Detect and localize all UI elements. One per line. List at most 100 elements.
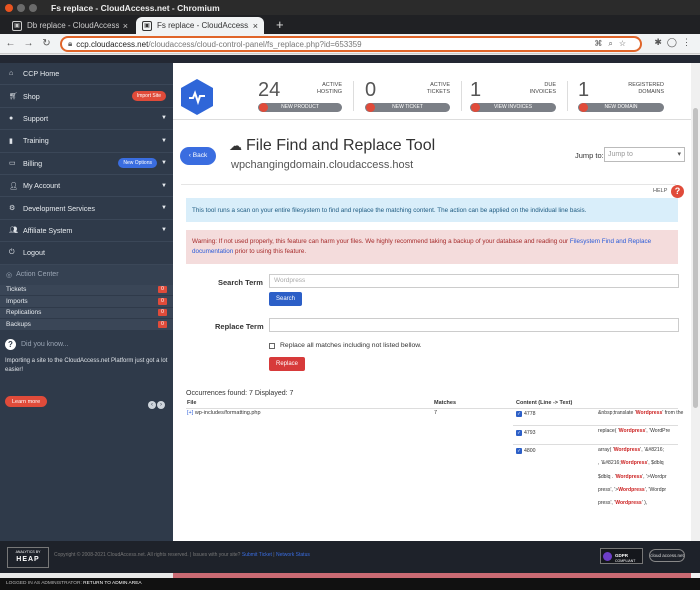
stat-number: 24 bbox=[258, 79, 281, 101]
stats-bar: 24 ACTIVE HOSTING NEW PRODUCT 0 ACTIVE TIC… bbox=[173, 63, 691, 120]
column-header-matches: Matches bbox=[434, 400, 457, 406]
cloudaccess-logo bbox=[181, 79, 213, 115]
content-line: array( 'Wordpress', '&#8216; bbox=[598, 446, 664, 453]
stat-label: ACTIVE TICKETS bbox=[426, 82, 450, 95]
jump-to-label: Jump to: bbox=[575, 151, 604, 160]
line-checkbox[interactable]: ✓ bbox=[516, 411, 522, 417]
cloudaccess-footer-logo: cloud access.net bbox=[649, 549, 685, 562]
plus-circle-icon bbox=[259, 103, 268, 112]
replace-term-input[interactable] bbox=[269, 318, 679, 332]
address-bar[interactable]: 🔒︎ ccp.cloudaccess.net/cloudaccess/cloud… bbox=[60, 36, 642, 52]
profile-icon[interactable]: ◯ bbox=[667, 37, 682, 47]
action-row-imports[interactable]: Imports 0 bbox=[0, 296, 173, 308]
tab-label: Fs replace - CloudAccess.n bbox=[157, 21, 249, 30]
jump-to-select[interactable]: Jump to bbox=[604, 147, 685, 162]
url-host: ccp.cloudaccess.net bbox=[76, 39, 149, 49]
zoom-icon[interactable]: ⌕ bbox=[608, 39, 618, 48]
expand-toggle[interactable]: [+] bbox=[187, 410, 193, 416]
sidebar-item-label: Shop bbox=[23, 91, 40, 101]
submit-ticket-link[interactable]: Submit Ticket bbox=[242, 552, 272, 558]
sidebar-item-training[interactable]: ▮ Training ▼ bbox=[0, 130, 173, 153]
forward-arrow-icon[interactable]: → bbox=[21, 38, 36, 49]
action-row-count: 0 bbox=[158, 320, 167, 328]
sidebar-item-logout[interactable]: ⏻ Logout bbox=[0, 242, 173, 265]
sidebar-item-my-account[interactable]: 👤︎ My Account ▼ bbox=[0, 175, 173, 198]
stat-divider bbox=[353, 81, 354, 111]
page-scrollbar-thumb[interactable] bbox=[693, 108, 698, 408]
help-label[interactable]: HELP bbox=[653, 188, 667, 194]
import-site-badge[interactable]: Import Site bbox=[131, 91, 166, 102]
sidebar-item-billing[interactable]: ▭ Billing New Options ▼ bbox=[0, 153, 173, 175]
divider bbox=[181, 184, 676, 185]
page-title: ☁ File Find and Replace Tool bbox=[229, 137, 436, 154]
search-term-input[interactable]: Wordpress bbox=[269, 274, 679, 288]
action-row-replications[interactable]: Replications 0 bbox=[0, 307, 173, 320]
sidebar-item-support[interactable]: ● Support ▼ bbox=[0, 108, 173, 131]
reload-icon[interactable]: ↻ bbox=[39, 38, 54, 49]
sidebar-item-affiliate-system[interactable]: 👥︎ Affiliate System ▼ bbox=[0, 220, 173, 243]
window-close-button[interactable] bbox=[5, 3, 13, 12]
help-question-icon[interactable]: ? bbox=[671, 185, 684, 198]
learn-more-button[interactable]: Learn more bbox=[5, 396, 48, 407]
toolbar-right-icons: ✱◯⋮ bbox=[654, 37, 696, 48]
sidebar-item-development-services[interactable]: ⚙ Development Services ▼ bbox=[0, 197, 173, 220]
chevron-left-icon[interactable]: ‹ bbox=[148, 401, 156, 409]
column-header-content: Content (Line -> Text) bbox=[516, 400, 573, 406]
new-tab-button[interactable]: + bbox=[276, 17, 284, 32]
browser-menu-icon[interactable]: ⋮ bbox=[682, 37, 696, 47]
search-button[interactable]: Search bbox=[269, 292, 303, 306]
result-content-text: &nbsp;translate 'Wordpress' from the rep… bbox=[598, 407, 688, 511]
sidebar-item-ccp-home[interactable]: ⌂ CCP Home bbox=[0, 63, 173, 86]
new-ticket-button[interactable]: NEW TICKET bbox=[365, 103, 450, 112]
line-checkbox[interactable]: ✓ bbox=[516, 430, 522, 436]
browser-tab-db-replace[interactable]: ▣ Db replace - CloudAccess.n × bbox=[6, 17, 134, 34]
stat-divider bbox=[461, 81, 462, 111]
window-minimize-button[interactable] bbox=[17, 3, 25, 12]
bookmark-star-icon[interactable]: ☆ bbox=[619, 39, 632, 48]
sidebar-item-shop[interactable]: 🛒︎ Shop Import Site bbox=[0, 85, 173, 108]
back-arrow-icon[interactable]: ← bbox=[3, 38, 18, 49]
chevron-down-icon: ▼ bbox=[161, 115, 167, 122]
book-icon: ▮ bbox=[9, 137, 13, 145]
did-you-know-text: Importing a site to the CloudAccess.net … bbox=[5, 357, 168, 374]
action-row-tickets[interactable]: Tickets 0 bbox=[0, 284, 173, 297]
chevron-down-icon: ▼ bbox=[161, 205, 167, 212]
line-checkbox[interactable]: ✓ bbox=[516, 448, 522, 454]
stat-due-invoices: 1 DUE INVOICES VIEW INVOICES bbox=[470, 79, 556, 115]
tab-close-icon[interactable]: × bbox=[123, 21, 128, 31]
stat-label: ACTIVE HOSTING bbox=[316, 82, 342, 95]
lifebuoy-icon: ◎ bbox=[6, 271, 13, 279]
action-row-backups[interactable]: Backups 0 bbox=[0, 319, 173, 331]
new-options-badge[interactable]: New Options bbox=[118, 158, 157, 169]
gears-icon: ⚙ bbox=[9, 205, 16, 213]
replace-all-label: Replace all matches including not listed… bbox=[280, 342, 422, 349]
sidebar-item-label: Development Services bbox=[23, 203, 95, 213]
chevron-right-icon[interactable]: › bbox=[157, 401, 165, 409]
stat-label: REGISTERED DOMAINS bbox=[628, 82, 664, 95]
return-to-admin-link[interactable]: RETURN TO ADMIN AREA bbox=[83, 581, 141, 586]
page-subtitle-domain: wpchangingdomain.cloudaccess.host bbox=[231, 159, 414, 171]
info-alert: This tool runs a scan on your entire fil… bbox=[186, 198, 678, 222]
logout-icon: ⏻ bbox=[9, 248, 15, 256]
content-line: press', 'Wordpress' ), bbox=[598, 500, 648, 507]
card-icon: ▭ bbox=[9, 160, 16, 168]
extensions-puzzle-icon[interactable]: ✱ bbox=[654, 37, 667, 47]
stat-registered-domains: 1 REGISTERED DOMAINS NEW DOMAIN bbox=[578, 79, 664, 115]
window-maximize-button[interactable] bbox=[29, 3, 37, 12]
key-icon[interactable]: ⌘ bbox=[594, 39, 608, 48]
new-product-button[interactable]: NEW PRODUCT bbox=[258, 103, 342, 112]
heap-analytics-badge[interactable]: ANALYTICS BY HEAP bbox=[7, 547, 49, 568]
action-row-label: Backups bbox=[6, 320, 31, 328]
replace-all-option: Replace all matches including not listed… bbox=[269, 342, 422, 349]
browser-tab-fs-replace[interactable]: ▣ Fs replace - CloudAccess.n × bbox=[136, 17, 264, 34]
back-button[interactable]: ‹ Back bbox=[180, 147, 216, 165]
replace-button[interactable]: Replace bbox=[269, 357, 306, 371]
view-invoices-button[interactable]: VIEW INVOICES bbox=[470, 103, 556, 112]
sidebar: ⌂ CCP Home 🛒︎ Shop Import Site ● Support… bbox=[0, 63, 173, 541]
cart-icon: 🛒︎ bbox=[9, 93, 18, 101]
network-status-link[interactable]: Network Status bbox=[276, 552, 310, 558]
replace-all-checkbox[interactable] bbox=[269, 342, 275, 349]
sidebar-item-label: Support bbox=[23, 113, 49, 123]
new-domain-button[interactable]: NEW DOMAIN bbox=[578, 103, 664, 112]
tab-close-icon[interactable]: × bbox=[253, 21, 258, 31]
